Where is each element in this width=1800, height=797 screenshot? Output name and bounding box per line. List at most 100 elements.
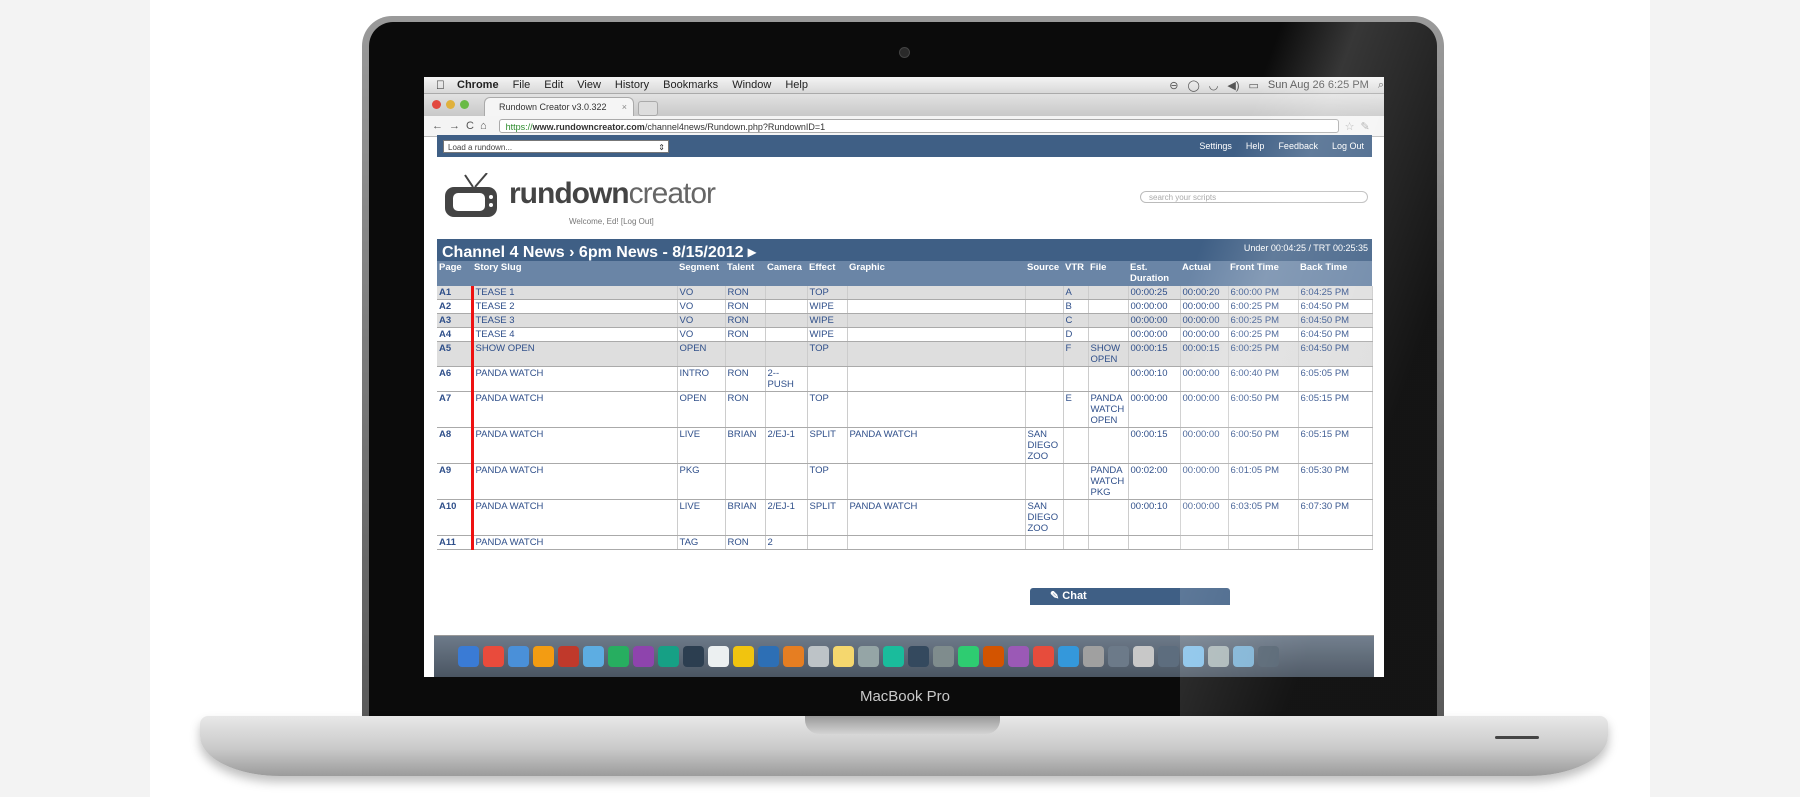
column-header[interactable]: Actual xyxy=(1180,261,1228,286)
cell-file[interactable] xyxy=(1088,366,1129,392)
cell-back[interactable]: 6:05:30 PM xyxy=(1298,463,1373,500)
cell-actual[interactable]: 00:00:00 xyxy=(1180,499,1229,536)
cell-source[interactable] xyxy=(1025,391,1064,428)
table-row[interactable]: A5 SHOW OPEN OPEN TOP F SHOW OPEN 00:00:15 00:0… xyxy=(437,341,1373,367)
cell-graphic[interactable] xyxy=(847,463,1026,500)
cell-file[interactable] xyxy=(1088,286,1129,300)
cell-back[interactable]: 6:04:50 PM xyxy=(1298,341,1373,367)
apple-menu-icon[interactable]:  xyxy=(436,78,445,92)
back-icon[interactable]: ← xyxy=(432,120,449,132)
cell-est[interactable]: 00:00:00 xyxy=(1128,313,1181,328)
cell-front[interactable]: 6:00:40 PM xyxy=(1228,366,1299,392)
cell-back[interactable]: 6:04:50 PM xyxy=(1298,299,1373,314)
cell-file[interactable] xyxy=(1088,427,1129,464)
cell-camera[interactable]: 2-- PUSH xyxy=(765,366,808,392)
cell-graphic[interactable] xyxy=(847,341,1026,367)
dock-app-icon[interactable] xyxy=(533,646,554,667)
cell-source[interactable] xyxy=(1025,286,1064,300)
cell-effect[interactable]: TOP xyxy=(807,341,848,367)
cell-effect[interactable]: SPLIT xyxy=(807,427,848,464)
cell-camera[interactable] xyxy=(765,286,808,300)
dock-app-icon[interactable] xyxy=(883,646,904,667)
cell-file[interactable]: SHOW OPEN xyxy=(1088,341,1129,367)
settings-link[interactable]: Settings xyxy=(1199,141,1232,151)
cell-actual[interactable]: 00:00:00 xyxy=(1180,327,1229,342)
cell-file[interactable]: PANDA WATCH PKG xyxy=(1088,463,1129,500)
dock-app-icon[interactable] xyxy=(1033,646,1054,667)
cell-back[interactable]: 6:04:50 PM xyxy=(1298,313,1373,328)
dock-app-icon[interactable] xyxy=(658,646,679,667)
dock-app-icon[interactable] xyxy=(1158,646,1179,667)
cell-actual[interactable]: 00:00:00 xyxy=(1180,463,1229,500)
cell-vtr[interactable]: A xyxy=(1063,286,1089,300)
table-row[interactable]: A4 TEASE 4 VO RON WIPE D 00:00:00 00:00:00 6:00:… xyxy=(437,327,1373,342)
cell-talent[interactable] xyxy=(725,463,766,500)
dock-app-icon[interactable] xyxy=(1083,646,1104,667)
cell-est[interactable]: 00:00:00 xyxy=(1128,391,1181,428)
column-header[interactable]: Segment xyxy=(677,261,725,286)
cell-effect[interactable]: TOP xyxy=(807,286,848,300)
cell-talent[interactable]: RON xyxy=(725,286,766,300)
column-header[interactable]: Back Time xyxy=(1298,261,1372,286)
cell-est[interactable]: 00:02:00 xyxy=(1128,463,1181,500)
cell-graphic[interactable] xyxy=(847,299,1026,314)
cell-vtr[interactable]: B xyxy=(1063,299,1089,314)
cell-slug[interactable]: TEASE 2 xyxy=(472,299,678,314)
table-row[interactable]: A7 PANDA WATCH OPEN RON TOP E PANDA WATCH OPEN… xyxy=(437,391,1373,428)
rundown-title[interactable]: Channel 4 News › 6pm News - 8/15/2012 ▸ xyxy=(442,242,756,262)
cell-front[interactable]: 6:00:25 PM xyxy=(1228,327,1299,342)
cell-page[interactable]: A4 xyxy=(437,327,474,342)
cell-file[interactable] xyxy=(1088,299,1129,314)
cell-back[interactable]: 6:04:25 PM xyxy=(1298,286,1373,300)
cell-file[interactable]: PANDA WATCH OPEN xyxy=(1088,391,1129,428)
load-rundown-select[interactable]: Load a rundown... xyxy=(443,139,669,154)
column-header[interactable]: File xyxy=(1088,261,1128,286)
cell-front[interactable]: 6:00:00 PM xyxy=(1228,286,1299,300)
column-header[interactable]: Page xyxy=(437,261,472,286)
cell-back[interactable]: 6:07:30 PM xyxy=(1298,499,1373,536)
dock-app-icon[interactable] xyxy=(858,646,879,667)
cell-camera[interactable] xyxy=(765,391,808,428)
cell-source[interactable] xyxy=(1025,463,1064,500)
table-row[interactable]: A10 PANDA WATCH LIVE BRIAN 2/EJ-1 SPLIT PANDA … xyxy=(437,499,1373,536)
column-header[interactable]: Effect xyxy=(807,261,847,286)
cell-graphic[interactable] xyxy=(847,286,1026,300)
reload-icon[interactable]: C xyxy=(466,120,480,132)
cell-talent[interactable]: BRIAN xyxy=(725,499,766,536)
cell-slug[interactable]: PANDA WATCH xyxy=(472,366,678,392)
cell-front[interactable]: 6:00:25 PM xyxy=(1228,313,1299,328)
cell-camera[interactable] xyxy=(765,299,808,314)
cell-est[interactable]: 00:00:15 xyxy=(1128,427,1181,464)
cell-camera[interactable] xyxy=(765,341,808,367)
column-header[interactable]: Front Time xyxy=(1228,261,1298,286)
cell-source[interactable] xyxy=(1025,366,1064,392)
cell-source[interactable] xyxy=(1025,341,1064,367)
cell-actual[interactable] xyxy=(1180,535,1229,550)
cell-page[interactable]: A2 xyxy=(437,299,474,314)
dock-app-icon[interactable] xyxy=(783,646,804,667)
table-row[interactable]: A3 TEASE 3 VO RON WIPE C 00:00:00 00:00:00 6:00:… xyxy=(437,313,1373,328)
cell-effect[interactable]: WIPE xyxy=(807,313,848,328)
cell-segment[interactable]: TAG xyxy=(677,535,726,550)
cell-est[interactable]: 00:00:25 xyxy=(1128,286,1181,300)
cell-page[interactable]: A3 xyxy=(437,313,474,328)
dock-app-icon[interactable] xyxy=(733,646,754,667)
cell-file[interactable] xyxy=(1088,313,1129,328)
cell-graphic[interactable] xyxy=(847,391,1026,428)
cell-effect[interactable] xyxy=(807,535,848,550)
cell-talent[interactable]: RON xyxy=(725,313,766,328)
cell-back[interactable] xyxy=(1298,535,1373,550)
cell-est[interactable]: 00:00:00 xyxy=(1128,327,1181,342)
cell-graphic[interactable] xyxy=(847,327,1026,342)
cell-talent[interactable]: RON xyxy=(725,535,766,550)
menubar-clock[interactable]: Sun Aug 26 6:25 PM xyxy=(1268,79,1369,91)
cell-slug[interactable]: TEASE 3 xyxy=(472,313,678,328)
cell-page[interactable]: A10 xyxy=(437,499,474,536)
cell-vtr[interactable]: C xyxy=(1063,313,1089,328)
cell-vtr[interactable]: D xyxy=(1063,327,1089,342)
dock-app-icon[interactable] xyxy=(1108,646,1129,667)
cell-camera[interactable]: 2 xyxy=(765,535,808,550)
cell-actual[interactable]: 00:00:00 xyxy=(1180,299,1229,314)
cell-back[interactable]: 6:05:15 PM xyxy=(1298,427,1373,464)
script-search-input[interactable]: search your scripts xyxy=(1140,191,1368,203)
